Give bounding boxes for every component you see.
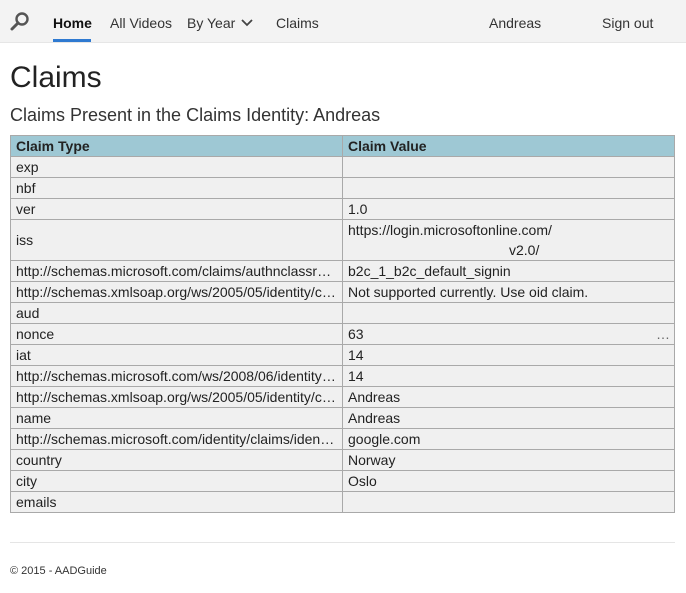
top-navbar: Home All Videos By Year Claims Andreas S… [0,0,686,43]
claim-type-cell: http://schemas.xmlsoap.org/ws/2005/05/id… [10,386,343,408]
claim-value-cell: Norway [342,449,675,471]
claim-type-cell: aud [10,302,343,324]
nav-home[interactable]: Home [53,14,92,32]
claim-type-cell: country [10,449,343,471]
table-row: name Andreas [10,407,675,429]
table-row: ver 1.0 [10,198,675,220]
claim-value-cell: 14 [342,365,675,387]
claim-value-cell: google.com [342,428,675,450]
claim-type-cell: nonce [10,323,343,345]
claim-value-cell: 1.0 [342,198,675,220]
claim-type-cell: exp [10,156,343,178]
claim-type-cell: http://schemas.microsoft.com/identity/cl… [10,428,343,450]
nav-claims[interactable]: Claims [276,14,319,32]
column-header-claim-type: Claim Type [10,135,343,157]
nav-by-year-label: By Year [187,15,236,31]
claim-value-cell [342,156,675,178]
table-row: country Norway [10,449,675,471]
claim-value-cell: 63 … [342,323,675,345]
claim-type-cell: http://schemas.microsoft.com/ws/2008/06/… [10,365,343,387]
claim-type-cell: city [10,470,343,492]
footer-copyright: © 2015 - AADGuide [10,565,107,577]
nav-user-name[interactable]: Andreas [489,14,541,32]
claim-value-cell: Andreas [342,407,675,429]
claim-value-line-2: v2.0/ [509,242,540,258]
nav-by-year-dropdown[interactable]: By Year [187,14,253,36]
page-title: Claims [10,61,102,94]
table-row: emails [10,491,675,513]
table-row: iat 14 [10,344,675,366]
table-row: aud [10,302,675,324]
claim-type-cell: iss [10,219,343,261]
claim-value-cell: 14 [342,344,675,366]
table-row: http://schemas.xmlsoap.org/ws/2005/05/id… [10,386,675,408]
table-row: http://schemas.microsoft.com/ws/2008/06/… [10,365,675,387]
table-row: http://schemas.microsoft.com/identity/cl… [10,428,675,450]
claim-value-cell: https://login.microsoftonline.com/ v2.0/ [342,219,675,261]
page-subtitle: Claims Present in the Claims Identity: A… [10,105,381,125]
table-row: http://schemas.microsoft.com/claims/auth… [10,260,675,282]
claim-type-cell: ver [10,198,343,220]
nav-home-active-indicator [53,39,91,42]
claim-type-cell: emails [10,491,343,513]
claim-type-cell: http://schemas.xmlsoap.org/ws/2005/05/id… [10,281,343,303]
footer-divider [10,542,675,543]
claim-value-cell: b2c_1_b2c_default_signin [342,260,675,282]
claim-value-cell: Andreas [342,386,675,408]
claim-value-line-1: https://login.microsoftonline.com/ [348,222,552,238]
claim-value-cell: Oslo [342,470,675,492]
claim-value-cell [342,177,675,199]
table-row: city Oslo [10,470,675,492]
claim-value-text: 63 [348,326,364,342]
claim-value-cell [342,302,675,324]
table-row: nbf [10,177,675,199]
claim-value-cell [342,491,675,513]
claim-type-cell: http://schemas.microsoft.com/claims/auth… [10,260,343,282]
nav-sign-out[interactable]: Sign out [602,14,653,32]
claim-type-cell: nbf [10,177,343,199]
claim-type-cell: iat [10,344,343,366]
table-row: http://schemas.xmlsoap.org/ws/2005/05/id… [10,281,675,303]
claim-value-cell: Not supported currently. Use oid claim. [342,281,675,303]
column-header-claim-value: Claim Value [342,135,675,157]
truncation-ellipsis: … [656,326,670,342]
table-header-row: Claim Type Claim Value [10,135,675,157]
table-row: iss https://login.microsoftonline.com/ v… [10,219,675,261]
claim-type-cell: name [10,407,343,429]
table-row: exp [10,156,675,178]
claims-table: Claim Type Claim Value exp nbf ver 1.0 i… [10,135,675,513]
search-icon[interactable] [9,11,31,33]
chevron-down-icon [241,14,253,36]
nav-all-videos[interactable]: All Videos [110,14,172,32]
table-row: nonce 63 … [10,323,675,345]
